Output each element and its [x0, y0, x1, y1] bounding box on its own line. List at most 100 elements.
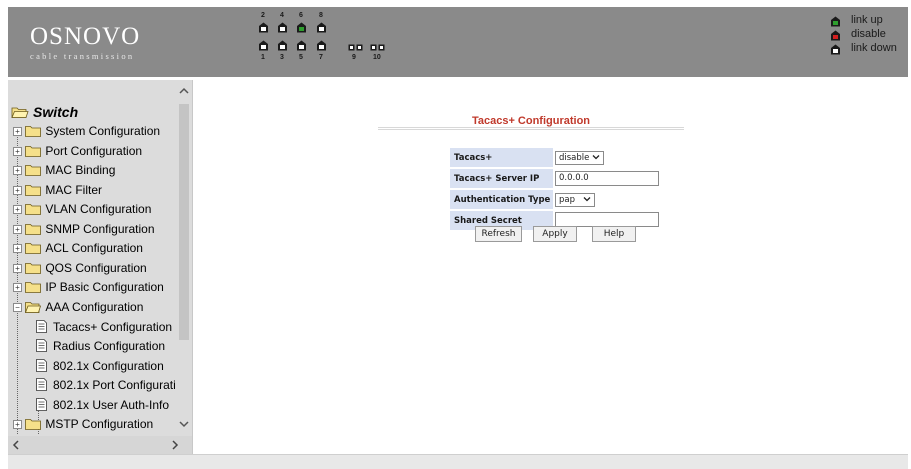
port-label: 1 — [261, 54, 265, 61]
expand-icon[interactable]: + — [13, 127, 22, 136]
tree-root-switch[interactable]: Switch — [11, 104, 78, 122]
document-icon — [36, 398, 47, 414]
horizontal-scrollbar[interactable] — [8, 436, 192, 454]
fiber-port-icon[interactable] — [356, 44, 363, 51]
sidebar-item-qos-configuration[interactable]: + QOS Configuration — [13, 261, 147, 279]
scroll-left-arrow-icon[interactable] — [12, 440, 20, 450]
open-folder-icon — [25, 301, 42, 316]
brand-tagline: cable transmission — [30, 51, 135, 61]
folder-icon — [25, 281, 42, 296]
sidebar-item-mac-filter[interactable]: + MAC Filter — [13, 183, 102, 201]
sidebar-item-snmp-configuration[interactable]: + SNMP Configuration — [13, 222, 155, 240]
brand-name: OSNOVO — [30, 23, 141, 50]
folder-icon — [25, 184, 42, 199]
sidebar-item-label: QOS Configuration — [45, 261, 147, 275]
sidebar-item-label: Radius Configuration — [53, 339, 166, 353]
port-icon[interactable] — [258, 40, 269, 51]
port-icon[interactable] — [258, 22, 269, 33]
apply-button[interactable]: Apply — [533, 226, 577, 242]
open-folder-icon — [11, 106, 29, 122]
folder-icon — [25, 418, 42, 433]
server-ip-label: Tacacs+ Server IP — [450, 169, 553, 188]
sidebar-item-label: MAC Binding — [45, 163, 116, 177]
tacacs-select[interactable]: disable — [554, 150, 605, 165]
server-ip-input[interactable]: 0.0.0.0 — [554, 171, 659, 186]
expand-icon[interactable]: + — [13, 225, 22, 234]
link-up-icon — [831, 16, 840, 27]
chevron-down-icon — [583, 196, 591, 201]
sidebar: Switch + System Configuration + Port Con… — [8, 80, 193, 454]
sidebar-item-label: AAA Configuration — [45, 300, 144, 314]
port-label: 7 — [319, 54, 323, 61]
sidebar-item-mac-binding[interactable]: + MAC Binding — [13, 163, 115, 181]
scroll-up-arrow-icon[interactable] — [179, 87, 189, 95]
sidebar-item-8021x-user-auth-info[interactable]: 802.1x User Auth-Info — [36, 398, 169, 416]
port-label: 10 — [373, 54, 381, 61]
expand-icon[interactable]: + — [13, 205, 22, 214]
scroll-right-arrow-icon[interactable] — [171, 440, 179, 450]
form-value-cell: 0.0.0.0 — [554, 169, 664, 188]
port-icon[interactable] — [277, 22, 288, 33]
port-label: 8 — [319, 12, 323, 19]
sidebar-item-aaa-configuration[interactable]: − AAA Configuration — [13, 300, 143, 318]
nav-tree: Switch + System Configuration + Port Con… — [8, 80, 176, 435]
status-bar — [8, 454, 908, 469]
folder-icon — [25, 223, 42, 238]
sidebar-item-ip-basic-configuration[interactable]: + IP Basic Configuration — [13, 280, 164, 298]
tacacs-label: Tacacs+ — [450, 148, 553, 167]
disable-icon — [831, 30, 840, 41]
scroll-down-arrow-icon[interactable] — [179, 420, 189, 428]
document-icon — [36, 359, 47, 375]
folder-icon — [25, 262, 42, 277]
port-label: 2 — [261, 12, 265, 19]
expand-icon[interactable]: + — [13, 166, 22, 175]
expand-icon[interactable]: + — [13, 264, 22, 273]
port-icon[interactable] — [316, 22, 327, 33]
sidebar-item-label: SNMP Configuration — [45, 222, 155, 236]
sidebar-item-vlan-configuration[interactable]: + VLAN Configuration — [13, 202, 151, 220]
sidebar-item-label: 802.1x User Auth-Info — [53, 398, 170, 412]
port-icon[interactable] — [296, 40, 307, 51]
expand-icon[interactable]: + — [13, 283, 22, 292]
port-label: 9 — [352, 54, 356, 61]
sidebar-item-8021x-port-configuration[interactable]: 802.1x Port Configuration — [36, 378, 176, 396]
sidebar-item-mstp-configuration[interactable]: + MSTP Configuration — [13, 417, 153, 435]
expand-icon[interactable]: + — [13, 147, 22, 156]
sidebar-item-radius-configuration[interactable]: Radius Configuration — [36, 339, 165, 357]
fiber-port-icon[interactable] — [348, 44, 355, 51]
folder-icon — [25, 203, 42, 218]
form-value-cell: disable — [554, 148, 664, 167]
folder-icon — [25, 164, 42, 179]
shared-secret-input[interactable] — [554, 211, 659, 227]
collapse-icon[interactable]: − — [13, 303, 22, 312]
port-icon[interactable] — [316, 40, 327, 51]
sidebar-item-port-configuration[interactable]: + Port Configuration — [13, 144, 142, 162]
port-label: 6 — [299, 12, 303, 19]
authentication-type-select[interactable]: pap — [554, 192, 596, 207]
port-icon[interactable] — [277, 40, 288, 51]
sidebar-item-label: IP Basic Configuration — [45, 280, 164, 294]
sidebar-item-system-configuration[interactable]: + System Configuration — [13, 124, 160, 142]
sidebar-item-8021x-configuration[interactable]: 802.1x Configuration — [36, 359, 164, 377]
legend-link-down: link down — [851, 42, 897, 54]
folder-icon — [25, 145, 42, 160]
vertical-scrollbar-thumb[interactable] — [179, 104, 189, 340]
expand-icon[interactable]: + — [13, 244, 22, 253]
link-down-icon — [831, 44, 840, 55]
sidebar-item-tacacs-configuration[interactable]: Tacacs+ Configuration — [36, 320, 172, 338]
sidebar-item-label: 802.1x Port Configuration — [53, 378, 176, 392]
port-icon[interactable] — [296, 22, 307, 33]
fiber-port-icon[interactable] — [378, 44, 385, 51]
refresh-button[interactable]: Refresh — [475, 226, 522, 242]
fiber-port-icon[interactable] — [370, 44, 377, 51]
sidebar-item-label: Port Configuration — [45, 144, 143, 158]
authentication-type-value: pap — [558, 194, 575, 205]
help-button[interactable]: Help — [592, 226, 636, 242]
sidebar-item-acl-configuration[interactable]: + ACL Configuration — [13, 241, 143, 259]
expand-icon[interactable]: + — [13, 420, 22, 429]
sidebar-item-label: 802.1x Configuration — [53, 359, 164, 373]
document-icon — [36, 339, 47, 355]
authentication-type-label: Authentication Type — [450, 190, 553, 209]
page-title: Tacacs+ Configuration — [471, 115, 591, 127]
expand-icon[interactable]: + — [13, 186, 22, 195]
